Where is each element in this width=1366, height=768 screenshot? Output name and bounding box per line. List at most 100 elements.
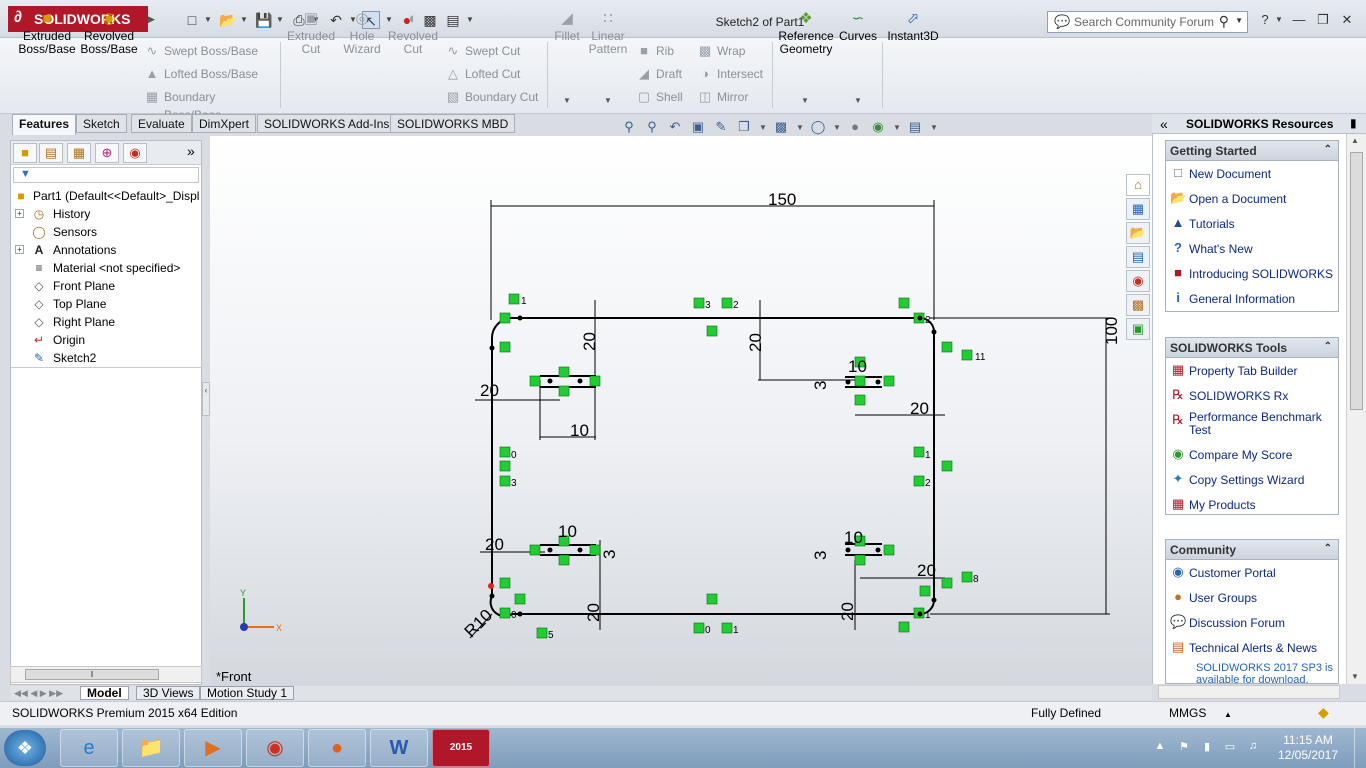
extruded-cut-button[interactable]: ▣ Extruded Cut bbox=[284, 10, 338, 56]
extruded-boss-button[interactable]: ■ Extruded Boss/Base bbox=[16, 10, 78, 56]
link-my-products[interactable]: ▦ My Products bbox=[1166, 492, 1338, 517]
file-explorer-icon[interactable]: 📁 bbox=[122, 729, 180, 767]
options-icon[interactable]: ▤ bbox=[444, 11, 462, 29]
internet-explorer-icon[interactable]: e bbox=[60, 729, 118, 767]
curves-button[interactable]: ∽ Curves bbox=[838, 10, 878, 43]
draft-button[interactable]: ◢ Draft bbox=[634, 65, 690, 83]
tab-evaluate[interactable]: Evaluate bbox=[131, 114, 192, 133]
tab-scroll-arrows-icon[interactable]: ◀◀ ◀ ▶ ▶▶ bbox=[14, 688, 63, 699]
fillet-dropdown-icon[interactable]: ▼ bbox=[563, 96, 571, 105]
shell-button[interactable]: ▢ Shell bbox=[634, 88, 690, 106]
tab-motion-study[interactable]: Motion Study 1 bbox=[200, 686, 295, 700]
tab-addins[interactable]: SOLIDWORKS Add-Ins bbox=[257, 114, 397, 133]
collapse-task-pane-icon[interactable]: « bbox=[1160, 116, 1168, 132]
intersect-button[interactable]: ◑ Intersect bbox=[695, 65, 767, 83]
display-style-icon[interactable]: ▩ bbox=[772, 118, 790, 136]
feature-tree-tab-icon[interactable]: ■ bbox=[13, 143, 37, 163]
tree-root-part1[interactable]: ■ Part1 (Default<<Default>_Displ bbox=[11, 187, 201, 205]
collapse-group-icon[interactable]: ⌃ bbox=[1324, 543, 1332, 554]
scroll-thumb[interactable]: ‖ bbox=[25, 669, 159, 680]
save-dropdown-icon[interactable]: ▼ bbox=[276, 15, 284, 24]
tab-model[interactable]: Model bbox=[80, 686, 129, 700]
action-center-flag-icon[interactable]: ⚑ bbox=[1177, 740, 1191, 754]
search-icon[interactable]: ⚲ bbox=[1219, 13, 1229, 30]
tab-sketch[interactable]: Sketch bbox=[76, 114, 127, 133]
link-discussion-forum[interactable]: 💬 Discussion Forum bbox=[1166, 610, 1338, 635]
rib-button[interactable]: ■ Rib bbox=[634, 42, 690, 60]
feature-tree-scrollbar[interactable]: ‖ bbox=[10, 666, 202, 683]
link-copy-settings[interactable]: ✦ Copy Settings Wizard bbox=[1166, 467, 1338, 492]
hide-show-dropdown-icon[interactable]: ▼ bbox=[833, 123, 841, 132]
apply-scene-icon[interactable]: ◉ bbox=[869, 118, 887, 136]
firefox-icon[interactable]: ● bbox=[308, 729, 366, 767]
linear-pattern-button[interactable]: ∷ Linear Pattern bbox=[586, 10, 630, 56]
sketch-points[interactable] bbox=[489, 315, 937, 617]
file-explorer-icon[interactable]: 📂 bbox=[1126, 222, 1150, 244]
sketch-canvas[interactable]: 150 100 20 10 20 20 20 3 10 20 10 3 3 10… bbox=[210, 136, 1152, 686]
display-manager-tab-icon[interactable]: ◉ bbox=[123, 143, 147, 163]
hole-wizard-button[interactable]: ◎ Hole Wizard bbox=[338, 10, 386, 56]
media-player-icon[interactable]: ▶ bbox=[184, 729, 242, 767]
link-open-document[interactable]: 📂 Open a Document bbox=[1166, 186, 1338, 211]
solidworks-taskbar-icon[interactable]: 2015 bbox=[432, 729, 490, 767]
show-desktop-button[interactable] bbox=[1354, 728, 1366, 768]
tab-features[interactable]: Features bbox=[12, 114, 77, 135]
property-manager-tab-icon[interactable]: ▤ bbox=[39, 143, 63, 163]
start-button[interactable]: ❖ bbox=[4, 730, 46, 766]
pattern-dropdown-icon[interactable]: ▼ bbox=[604, 96, 612, 105]
tree-item-front-plane[interactable]: ◇ Front Plane bbox=[11, 277, 201, 295]
group-header[interactable]: Getting Started ⌃ bbox=[1166, 141, 1338, 161]
dimxpert-manager-tab-icon[interactable]: ⊕ bbox=[95, 143, 119, 163]
boundary-boss-button[interactable]: ▦Boundary Boss/Base bbox=[142, 88, 274, 122]
collapse-group-icon[interactable]: ⌃ bbox=[1324, 144, 1332, 155]
chrome-icon[interactable]: ◉ bbox=[246, 729, 304, 767]
scene-dropdown-icon[interactable]: ▼ bbox=[893, 123, 901, 132]
close-icon[interactable]: ✕ bbox=[1338, 12, 1356, 30]
instant3d-button[interactable]: ⬀ Instant3D bbox=[884, 10, 942, 43]
dynamic-annotation-icon[interactable]: ✎ bbox=[712, 118, 730, 136]
group-header[interactable]: Community ⌃ bbox=[1166, 540, 1338, 560]
reference-geometry-button[interactable]: ❖ Reference Geometry bbox=[776, 10, 836, 56]
edit-appearance-icon[interactable]: ● bbox=[846, 118, 864, 136]
view-settings-dropdown-icon[interactable]: ▼ bbox=[930, 123, 938, 132]
view-orientation-icon[interactable]: ❐ bbox=[735, 118, 753, 136]
open-folder-icon[interactable]: 📂 bbox=[219, 11, 237, 29]
help-dropdown-icon[interactable]: ▼ bbox=[1275, 15, 1283, 24]
link-introducing[interactable]: ■ Introducing SOLIDWORKS bbox=[1166, 261, 1338, 286]
minimize-icon[interactable]: — bbox=[1290, 12, 1308, 30]
tray-expand-icon[interactable]: ▲ bbox=[1153, 740, 1167, 754]
view-settings-icon[interactable]: ▤ bbox=[906, 118, 924, 136]
display-style-dropdown-icon[interactable]: ▼ bbox=[796, 123, 804, 132]
power-icon[interactable]: ▭ bbox=[1223, 740, 1237, 754]
save-icon[interactable]: 💾 bbox=[255, 11, 273, 29]
link-solidworks-rx[interactable]: ℞ SOLIDWORKS Rx bbox=[1166, 383, 1338, 408]
volume-icon[interactable]: ♫ bbox=[1246, 740, 1260, 754]
tab-dimxpert[interactable]: DimXpert bbox=[192, 114, 257, 133]
tree-item-top-plane[interactable]: ◇ Top Plane bbox=[11, 295, 201, 313]
swept-boss-button[interactable]: ∿ Swept Boss/Base bbox=[142, 42, 274, 60]
link-new-document[interactable]: □ New Document bbox=[1166, 161, 1338, 186]
swept-cut-button[interactable]: ∿ Swept Cut bbox=[443, 42, 543, 60]
network-icon[interactable]: ▮ bbox=[1200, 740, 1214, 754]
previous-view-icon[interactable]: ↶ bbox=[666, 118, 684, 136]
link-compare-score[interactable]: ◉ Compare My Score bbox=[1166, 442, 1338, 467]
filter-icon[interactable]: ▼ bbox=[13, 167, 199, 183]
link-tutorials[interactable]: ▲ Tutorials bbox=[1166, 211, 1338, 236]
appearances-icon[interactable]: ◉ bbox=[1126, 270, 1150, 292]
link-whats-new[interactable]: ? What's New bbox=[1166, 236, 1338, 261]
options-dropdown-icon[interactable]: ▼ bbox=[466, 15, 474, 24]
revolved-cut-button[interactable]: ◐ Revolved Cut bbox=[386, 10, 440, 56]
tree-item-origin[interactable]: ↵ Origin bbox=[11, 331, 201, 349]
word-icon[interactable]: W bbox=[370, 729, 428, 767]
sketch-profile[interactable] bbox=[489, 317, 935, 618]
revolved-boss-button[interactable]: ◉ Revolved Boss/Base bbox=[80, 10, 138, 56]
task-pane-scrollbar[interactable]: ▲ ▼ bbox=[1346, 134, 1366, 684]
custom-properties-icon[interactable]: ▩ bbox=[1126, 294, 1150, 316]
mirror-button[interactable]: ◫ Mirror bbox=[695, 88, 767, 106]
zoom-to-fit-icon[interactable]: ⚲ bbox=[620, 118, 638, 136]
expand-panel-icon[interactable]: » bbox=[187, 143, 195, 159]
boundary-cut-button[interactable]: ▧ Boundary Cut bbox=[443, 88, 547, 106]
curves-dropdown-icon[interactable]: ▼ bbox=[854, 96, 862, 105]
tag-icon[interactable]: ◆ bbox=[1318, 704, 1329, 721]
slot-profiles[interactable] bbox=[540, 375, 882, 556]
